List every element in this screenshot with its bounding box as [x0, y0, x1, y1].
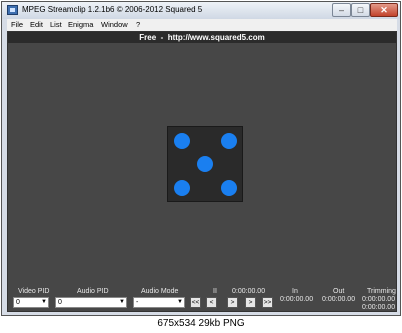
video-pid-select[interactable]: 0 ▼ [13, 297, 49, 308]
menu-window[interactable]: Window [101, 20, 128, 29]
image-caption: 675x534 29kb PNG [157, 318, 245, 329]
menu-enigma[interactable]: Enigma [68, 20, 93, 29]
step-forward-button[interactable]: > [245, 297, 256, 308]
trimming-label: Trimming [367, 288, 396, 295]
website-text: Free - http://www.squared5.com [139, 33, 265, 42]
dice-dot [221, 133, 237, 149]
dice-dot [174, 133, 190, 149]
fast-forward-button[interactable]: >> [262, 297, 273, 308]
menu-list[interactable]: List [50, 20, 62, 29]
dice-dot [174, 180, 190, 196]
menu-bar: File Edit List Enigma Window ? [7, 19, 397, 31]
info-strip: Free - http://www.squared5.com [8, 32, 396, 43]
out-time: 0:00:00.00 [322, 296, 356, 303]
audio-pid-label: Audio PID [77, 288, 109, 295]
title-bar[interactable]: MPEG Streamclip 1.2.1b6 © 2006-2012 Squa… [2, 2, 400, 19]
video-pid-value: 0 [16, 299, 20, 306]
player-area: Free - http://www.squared5.com Video PID… [7, 31, 397, 312]
chevron-down-icon: ▼ [177, 299, 183, 305]
video-pid-label: Video PID [18, 288, 50, 295]
video-preview[interactable] [167, 126, 243, 202]
audio-pid-select[interactable]: 0 ▼ [55, 297, 127, 308]
in-time: 0:00:00.00 [280, 296, 314, 303]
audio-pid-value: 0 [58, 299, 62, 306]
audio-mode-select[interactable]: - ▼ [133, 297, 185, 308]
chevron-down-icon: ▼ [119, 299, 125, 305]
dice-dot [197, 156, 213, 172]
menu-file[interactable]: File [11, 20, 23, 29]
audio-mode-value: - [136, 299, 139, 306]
trimming-time-1: 0:00:00.00 [362, 296, 396, 303]
step-back-button[interactable]: < [206, 297, 217, 308]
trimming-time-2: 0:00:00.00 [362, 304, 396, 311]
dice-dot [221, 180, 237, 196]
current-time: 0:00:00.00 [232, 288, 266, 295]
app-window: MPEG Streamclip 1.2.1b6 © 2006-2012 Squa… [1, 1, 401, 316]
in-label: In [292, 288, 298, 295]
out-label: Out [333, 288, 345, 295]
maximize-button[interactable]: □ [351, 3, 370, 17]
audio-mode-label: Audio Mode [141, 288, 179, 295]
menu-edit[interactable]: Edit [30, 20, 43, 29]
app-icon [7, 5, 18, 15]
window-title: MPEG Streamclip 1.2.1b6 © 2006-2012 Squa… [22, 5, 203, 14]
chevron-down-icon: ▼ [41, 299, 47, 305]
rewind-button[interactable]: << [190, 297, 201, 308]
pause-indicator: II [213, 288, 217, 295]
menu-help[interactable]: ? [136, 20, 140, 29]
play-button[interactable]: > [227, 297, 238, 308]
close-button[interactable]: ✕ [370, 3, 398, 17]
minimize-button[interactable]: – [332, 3, 351, 17]
